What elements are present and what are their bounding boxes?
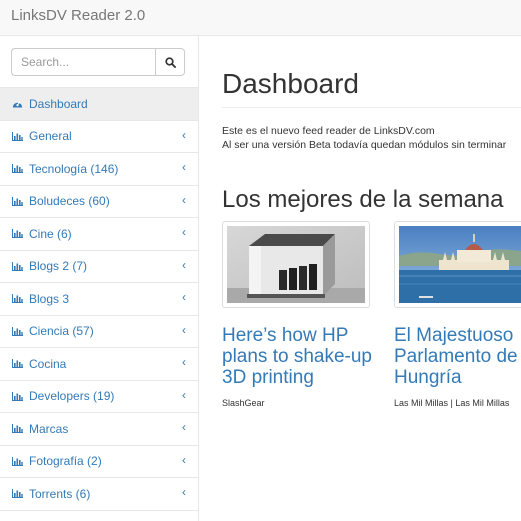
chevron-left-icon: ‹: [182, 485, 186, 499]
chevron-left-icon: ‹: [182, 290, 186, 304]
sidebar-item-marcas[interactable]: Marcas ‹: [0, 413, 198, 446]
article-title-line: Hungría: [394, 367, 462, 388]
sidebar-item-label: Dashboard: [29, 96, 88, 111]
sidebar-item-label: General: [29, 129, 72, 144]
article-title-line: Here’s how HP: [222, 325, 349, 346]
chevron-left-icon: ‹: [182, 452, 186, 467]
intro-line: Al ser una versión Beta todavía quedan m…: [222, 139, 507, 151]
search-icon: [164, 56, 176, 68]
chevron-left-icon: ‹: [182, 420, 186, 434]
chevron-left-icon: ‹: [182, 322, 186, 337]
intro-line: Este es el nuevo feed reader de LinksDV.…: [222, 125, 435, 137]
sidebar-item-tecnologia[interactable]: Tecnología (146) ‹: [0, 153, 198, 186]
chevron-left-icon: ‹: [182, 160, 186, 174]
bar-chart-icon: [12, 359, 25, 369]
bar-chart-icon: [12, 196, 25, 206]
sidebar-item-label: Tecnología (146): [29, 161, 119, 176]
bar-chart-icon: [12, 131, 25, 141]
sidebar-item-torrents[interactable]: Torrents (6) ‹: [0, 478, 198, 511]
sidebar-nav: Dashboard General ‹ Tecnología (146) ‹ B…: [0, 88, 198, 511]
page-title: Dashboard: [222, 68, 359, 99]
chevron-left-icon: ‹: [182, 257, 186, 272]
section-title: Los mejores de la semana: [222, 186, 504, 213]
sidebar-item-blogs-2[interactable]: Blogs 2 (7) ‹: [0, 251, 198, 283]
sidebar-item-label: Blogs 2 (7): [29, 259, 88, 274]
sidebar-item-ciencia[interactable]: Ciencia (57) ‹: [0, 316, 198, 348]
article-thumbnail[interactable]: [394, 221, 521, 308]
sidebar-item-label: Developers (19): [29, 389, 115, 404]
article-thumbnail[interactable]: [222, 221, 370, 308]
chevron-left-icon: ‹: [182, 225, 186, 239]
chevron-left-icon: ‹: [182, 127, 186, 142]
main-content: Dashboard Este es el nuevo feed reader d…: [199, 36, 521, 521]
article-title-line: Parlamento de: [394, 346, 518, 367]
sidebar-item-cocina[interactable]: Cocina ‹: [0, 348, 198, 381]
sidebar-item-label: Torrents (6): [29, 486, 91, 501]
sidebar-item-label: Cine (6): [29, 226, 72, 241]
app-brand[interactable]: LinksDV Reader 2.0: [11, 7, 145, 24]
sidebar: Dashboard General ‹ Tecnología (146) ‹ B…: [0, 36, 199, 521]
sidebar-item-label: Fotografía (2): [29, 454, 102, 469]
article-title-link[interactable]: Here’s how HP plans to shake-up 3D print…: [222, 325, 372, 388]
top-navbar: LinksDV Reader 2.0: [0, 0, 521, 36]
bar-chart-icon: [12, 261, 25, 271]
printer-image: [227, 226, 365, 303]
sidebar-item-label: Boludeces (60): [29, 194, 110, 209]
parliament-image: [399, 226, 521, 303]
article-card[interactable]: El Majestuoso Parlamento de Hungría Las …: [394, 221, 521, 408]
article-title-line: plans to shake-up: [222, 346, 372, 367]
bar-chart-icon: [12, 456, 25, 466]
sidebar-item-cine[interactable]: Cine (6) ‹: [0, 218, 198, 251]
bar-chart-icon: [12, 326, 25, 336]
sidebar-item-developers[interactable]: Developers (19) ‹: [0, 381, 198, 413]
sidebar-item-label: Ciencia (57): [29, 324, 94, 339]
search-button[interactable]: [155, 48, 185, 76]
article-source: Las Mil Millas | Las Mil Millas: [394, 398, 510, 408]
chevron-left-icon: ‹: [182, 192, 186, 207]
search-group: [0, 36, 198, 88]
bar-chart-icon: [12, 424, 25, 434]
sidebar-item-label: Cocina: [29, 356, 67, 371]
bar-chart-icon: [12, 391, 25, 401]
sidebar-item-dashboard[interactable]: Dashboard: [0, 88, 198, 121]
sidebar-item-blogs-3[interactable]: Blogs 3 ‹: [0, 283, 198, 316]
article-source: SlashGear: [222, 398, 265, 408]
sidebar-item-general[interactable]: General ‹: [0, 121, 198, 153]
article-card[interactable]: Here’s how HP plans to shake-up 3D print…: [222, 221, 372, 408]
bar-chart-icon: [12, 294, 25, 304]
intro-text: Este es el nuevo feed reader de LinksDV.…: [222, 124, 506, 152]
sidebar-item-boludeces[interactable]: Boludeces (60) ‹: [0, 186, 198, 218]
article-title-link[interactable]: El Majestuoso Parlamento de Hungría: [394, 325, 521, 388]
search-input[interactable]: [11, 48, 156, 76]
title-divider: [222, 107, 521, 108]
article-title-line: El Majestuoso: [394, 325, 514, 346]
bar-chart-icon: [12, 489, 25, 499]
sidebar-item-fotografia[interactable]: Fotografía (2) ‹: [0, 446, 198, 478]
bar-chart-icon: [12, 164, 25, 174]
sidebar-item-label: Marcas: [29, 421, 69, 436]
sidebar-item-label: Blogs 3: [29, 291, 70, 306]
article-title-line: 3D printing: [222, 367, 314, 388]
bar-chart-icon: [12, 229, 25, 239]
dashboard-icon: [12, 99, 25, 108]
chevron-left-icon: ‹: [182, 387, 186, 402]
chevron-left-icon: ‹: [182, 355, 186, 369]
